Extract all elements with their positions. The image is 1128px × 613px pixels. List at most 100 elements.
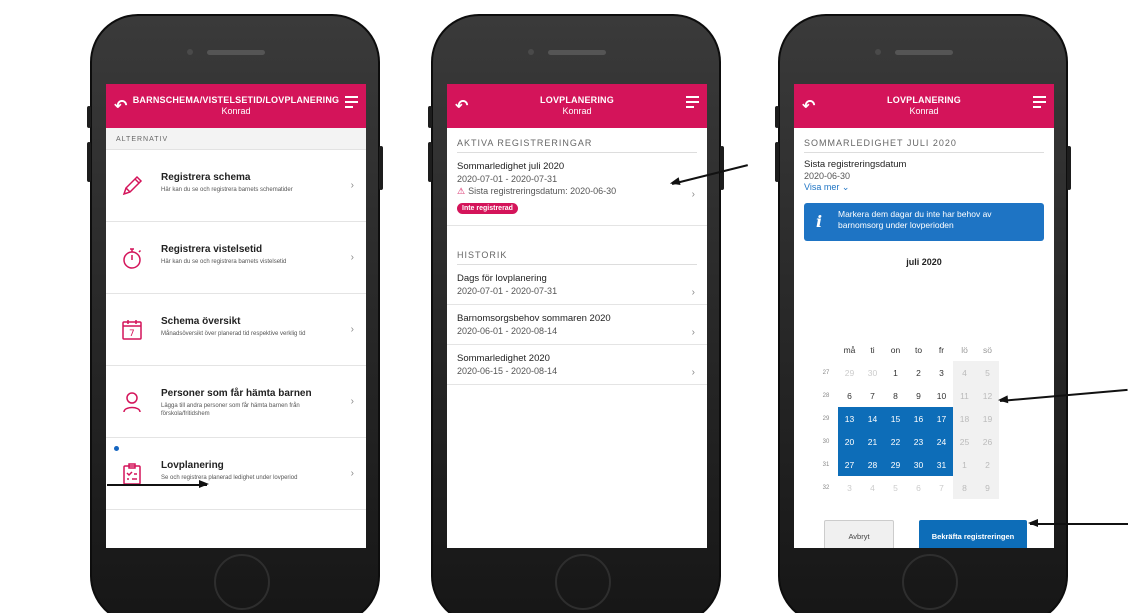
header-title: LOVPLANERING (540, 95, 614, 106)
calendar-week-row: 29 13 14 15 16 17 18 19 (814, 407, 999, 430)
chevron-right-icon: › (691, 327, 695, 338)
hamburger-menu-icon[interactable] (1033, 96, 1046, 111)
calendar-day: 6 (916, 482, 921, 493)
deadline-warning: Sista registreringsdatum: 2020-06-30 (468, 186, 617, 196)
calendar-day[interactable]: 7 (861, 384, 884, 407)
option-lovplanering[interactable]: Lovplanering Se och registrera planerad … (106, 438, 366, 510)
option-registrera-schema[interactable]: Registrera schema Här kan du se och regi… (106, 150, 366, 222)
pencil-icon (122, 175, 143, 196)
calendar-day: 19 (976, 407, 999, 430)
option-personer-hamta[interactable]: Personer som får hämta barnen Lägga till… (106, 366, 366, 438)
calendar-day[interactable]: 20 (838, 430, 861, 453)
option-description: Här kan du se och registrera barnets vis… (161, 259, 287, 265)
calendar-day[interactable]: 10 (930, 384, 953, 407)
annotation-arrow-confirm-button (1028, 519, 1128, 527)
history-title: Dags för lovplanering (457, 273, 547, 284)
calendar-day[interactable]: 2 (907, 361, 930, 384)
back-arrow-icon[interactable]: ↶ (455, 96, 468, 116)
action-row: Avbryt Bekräfta registreringen (794, 520, 1054, 548)
history-title: Barnomsorgsbehov sommaren 2020 (457, 313, 611, 324)
option-title: Personer som får hämta barnen (161, 388, 312, 399)
option-title: Registrera vistelsetid (161, 244, 263, 255)
weekday-header-row: må ti on to fr lö sö (814, 338, 999, 361)
svg-text:7: 7 (129, 329, 135, 339)
calendar-grid: må ti on to fr lö sö 27 29 30 1 2 3 4 5 28 6 7 8 9 10 11 12 29… (814, 338, 999, 499)
calendar-icon: 7 (122, 320, 142, 340)
calendar-day[interactable]: 15 (884, 407, 907, 430)
calendar-day[interactable]: 14 (861, 407, 884, 430)
app-header: ↶ LOVPLANERING Konrad (794, 84, 1054, 128)
calendar-day[interactable]: 16 (907, 407, 930, 430)
calendar-day[interactable]: 30 (907, 453, 930, 476)
registration-title: Sommarledighet juli 2020 (457, 161, 565, 172)
week-number: 30 (822, 438, 830, 445)
header-subtitle: Konrad (909, 106, 939, 116)
calendar-day: 5 (976, 361, 999, 384)
annotation-arrow-lovplanering (107, 480, 209, 488)
cancel-button[interactable]: Avbryt (824, 520, 894, 548)
speaker-grille (548, 50, 606, 55)
weekday-label: on (890, 344, 901, 355)
history-item[interactable]: Sommarledighet 2020 2020-06-15 - 2020-08… (447, 345, 707, 385)
calendar-day[interactable]: 28 (861, 453, 884, 476)
deadline-date: 2020-06-30 (804, 171, 851, 181)
weekday-label: lö (961, 344, 968, 355)
calendar-day[interactable]: 17 (930, 407, 953, 430)
header-subtitle: Konrad (562, 106, 592, 116)
back-arrow-icon[interactable]: ↶ (802, 96, 815, 116)
calendar-day: 7 (939, 482, 944, 493)
week-number: 32 (822, 484, 830, 491)
show-more-label: Visa mer (804, 182, 840, 192)
calendar-day: 3 (847, 482, 852, 493)
week-number: 31 (822, 461, 830, 468)
calendar-day: 8 (953, 476, 976, 499)
show-more-link[interactable]: Visa mer ⌄ (804, 182, 1044, 193)
calendar-day[interactable]: 22 (884, 430, 907, 453)
option-schema-oversikt[interactable]: 7 Schema översikt Månadsöversikt över pl… (106, 294, 366, 366)
home-button[interactable] (555, 554, 611, 610)
calendar-day[interactable]: 29 (884, 453, 907, 476)
calendar-day: 2 (976, 453, 999, 476)
calendar-day[interactable]: 6 (838, 384, 861, 407)
header-title: BARNSCHEMA/VISTELSETID/LOVPLANERING (132, 95, 340, 106)
history-item[interactable]: Barnomsorgsbehov sommaren 2020 2020-06-0… (447, 305, 707, 345)
person-icon (123, 392, 141, 413)
history-item[interactable]: Dags för lovplanering 2020-07-01 - 2020-… (447, 265, 707, 305)
chevron-right-icon: › (350, 180, 354, 191)
chevron-right-icon: › (350, 252, 354, 263)
calendar-day[interactable]: 23 (907, 430, 930, 453)
phone-frame-registration: ↶ LOVPLANERING Konrad SOMMARLEDIGHET JUL… (775, 14, 1071, 613)
hamburger-menu-icon[interactable] (686, 96, 699, 111)
calendar-day[interactable]: 3 (930, 361, 953, 384)
calendar-day[interactable]: 31 (930, 453, 953, 476)
weekday-label: to (914, 344, 923, 355)
confirm-registration-button[interactable]: Bekräfta registreringen (919, 520, 1027, 548)
calendar-day: 29 (844, 367, 855, 378)
calendar-week-row: 31 27 28 29 30 31 1 2 (814, 453, 999, 476)
calendar-day[interactable]: 1 (884, 361, 907, 384)
calendar-day: 4 (953, 361, 976, 384)
active-registrations-heading: AKTIVA REGISTRERINGAR (457, 138, 697, 153)
calendar-day: 9 (976, 476, 999, 499)
info-icon: i (816, 212, 823, 231)
calendar-day[interactable]: 21 (861, 430, 884, 453)
chevron-right-icon: › (350, 324, 354, 335)
calendar-month: juli 2020 (906, 257, 942, 267)
back-arrow-icon[interactable]: ↶ (114, 96, 127, 116)
weekday-label: må (843, 344, 856, 355)
chevron-down-icon: ⌄ (841, 182, 850, 192)
chevron-right-icon: › (691, 189, 695, 200)
option-registrera-vistelsetid[interactable]: Registrera vistelsetid Här kan du se och… (106, 222, 366, 294)
home-button[interactable] (214, 554, 270, 610)
calendar-day: 25 (953, 430, 976, 453)
hamburger-menu-icon[interactable] (345, 96, 358, 111)
option-description: Lägga till andra personer som får hämta … (161, 403, 300, 418)
calendar-day[interactable]: 13 (838, 407, 861, 430)
active-registration-item[interactable]: Sommarledighet juli 2020 2020-07-01 - 20… (447, 153, 707, 226)
calendar-day[interactable]: 8 (884, 384, 907, 407)
home-button[interactable] (902, 554, 958, 610)
calendar-day[interactable]: 27 (838, 453, 861, 476)
calendar-day[interactable]: 24 (930, 430, 953, 453)
deadline-label: Sista registreringsdatum (804, 159, 907, 170)
calendar-day[interactable]: 9 (907, 384, 930, 407)
